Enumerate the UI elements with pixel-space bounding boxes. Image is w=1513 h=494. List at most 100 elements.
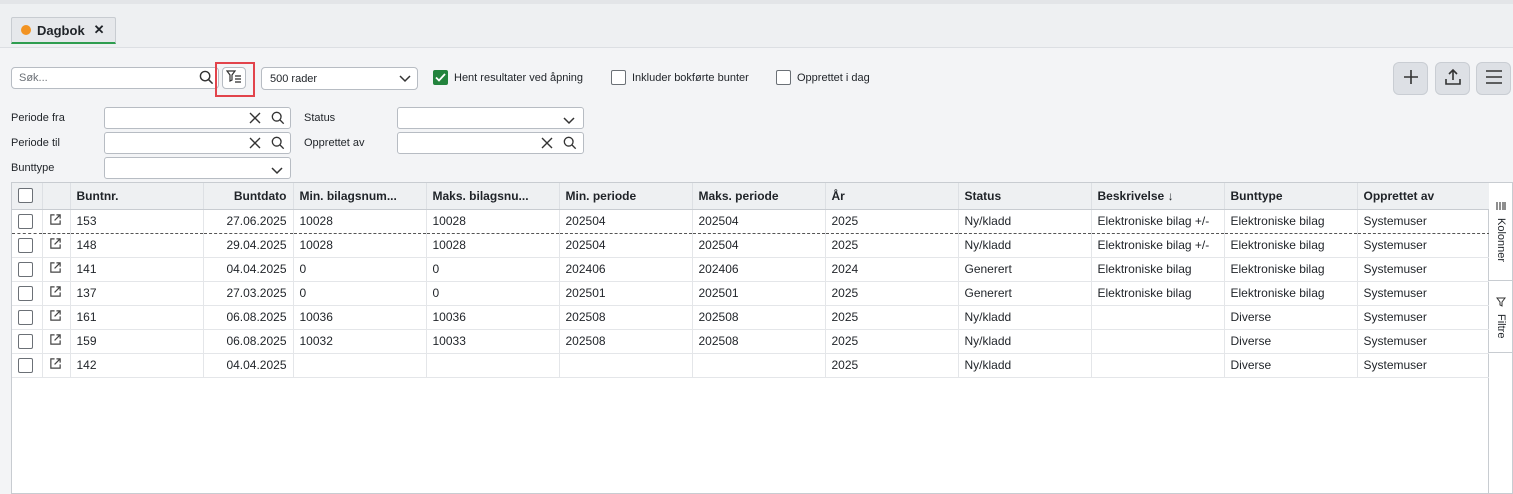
- include-posted-checkbox[interactable]: [611, 70, 626, 85]
- include-posted-option[interactable]: Inkluder bokførte bunter: [611, 70, 749, 85]
- row-open-cell[interactable]: [42, 233, 71, 258]
- table-cell: 148: [70, 233, 204, 258]
- row-select-cell[interactable]: [12, 353, 43, 378]
- table-cell: 10032: [293, 329, 427, 354]
- col-header[interactable]: Opprettet av: [1357, 183, 1491, 210]
- row-select-cell[interactable]: [12, 257, 43, 282]
- open-external-icon[interactable]: [49, 358, 62, 373]
- search-icon[interactable]: [271, 136, 285, 153]
- search-input[interactable]: [19, 72, 189, 84]
- created-today-option[interactable]: Opprettet i dag: [776, 70, 870, 85]
- menu-button[interactable]: [1476, 62, 1511, 95]
- select-all-checkbox[interactable]: [18, 188, 33, 204]
- open-external-icon[interactable]: [49, 310, 62, 325]
- batch-grid: Buntnr. Buntdato Min. bilagsnum... Maks.…: [11, 182, 1491, 494]
- status-label: Status: [304, 112, 336, 124]
- row-checkbox[interactable]: [18, 237, 33, 253]
- table-cell: Diverse: [1224, 305, 1358, 330]
- include-posted-label: Inkluder bokførte bunter: [632, 71, 749, 84]
- table-row[interactable]: 159 06.08.2025 10032 10033 202508 202508 2025 N…: [12, 329, 1491, 354]
- table-row[interactable]: 148 29.04.2025 10028 10028 202504 202504 2025 N…: [12, 233, 1491, 258]
- table-cell: 202501: [559, 281, 693, 306]
- row-select-cell[interactable]: [12, 329, 43, 354]
- table-cell: 202504: [559, 233, 693, 258]
- created-by-input[interactable]: [397, 132, 584, 154]
- table-cell: 141: [70, 257, 204, 282]
- table-cell: Diverse: [1224, 329, 1358, 354]
- table-row[interactable]: 153 27.06.2025 10028 10028 202504 202504 2025 N…: [12, 208, 1491, 234]
- table-row[interactable]: 161 06.08.2025 10036 10036 202508 202508 2025 N…: [12, 305, 1491, 330]
- fetch-on-open-option[interactable]: Hent resultater ved åpning: [433, 70, 583, 85]
- rows-select[interactable]: 500 rader: [261, 67, 418, 90]
- row-select-cell[interactable]: [12, 305, 43, 330]
- clear-icon[interactable]: [248, 111, 262, 128]
- export-button[interactable]: [1435, 62, 1470, 95]
- highlight-box: [215, 62, 255, 97]
- table-row[interactable]: 141 04.04.2025 0 0 202406 202406 2024 Generert E…: [12, 257, 1491, 282]
- table-cell: 10028: [426, 208, 560, 234]
- search-icon[interactable]: [563, 136, 577, 153]
- col-header[interactable]: Bunttype: [1224, 183, 1358, 210]
- close-icon[interactable]: ✕: [94, 22, 105, 38]
- open-external-icon[interactable]: [49, 238, 62, 253]
- row-open-cell[interactable]: [42, 329, 71, 354]
- batch-type-select[interactable]: [104, 157, 291, 179]
- table-cell: Systemuser: [1357, 353, 1491, 378]
- col-header[interactable]: Status: [958, 183, 1092, 210]
- search-icon[interactable]: [271, 111, 285, 128]
- table-cell: 202501: [692, 281, 826, 306]
- open-external-icon[interactable]: [49, 214, 62, 229]
- chevron-down-icon: [399, 74, 411, 86]
- tab-filters[interactable]: Filtre: [1489, 293, 1513, 353]
- row-select-cell[interactable]: [12, 233, 43, 258]
- status-select[interactable]: [397, 107, 584, 129]
- tab-dagbok[interactable]: Dagbok ✕: [11, 17, 116, 44]
- search-icon[interactable]: [199, 70, 214, 88]
- created-by-label: Opprettet av: [304, 137, 365, 149]
- table-cell: Systemuser: [1357, 208, 1491, 234]
- col-header-sorted[interactable]: Beskrivelse ↓: [1091, 183, 1225, 210]
- col-header[interactable]: År: [825, 183, 959, 210]
- table-cell: [1091, 305, 1225, 330]
- row-open-cell[interactable]: [42, 208, 71, 234]
- clear-icon[interactable]: [540, 136, 554, 153]
- row-checkbox[interactable]: [18, 333, 33, 349]
- open-external-icon[interactable]: [49, 334, 62, 349]
- table-cell: 10033: [426, 329, 560, 354]
- row-select-cell[interactable]: [12, 208, 43, 234]
- row-open-cell[interactable]: [42, 305, 71, 330]
- row-checkbox[interactable]: [18, 357, 33, 373]
- table-cell: 202504: [692, 233, 826, 258]
- col-header[interactable]: Buntnr.: [70, 183, 204, 210]
- columns-icon: [1496, 201, 1506, 214]
- open-external-icon[interactable]: [49, 286, 62, 301]
- row-checkbox[interactable]: [18, 261, 33, 277]
- fetch-on-open-checkbox[interactable]: [433, 70, 448, 85]
- add-button[interactable]: [1393, 62, 1428, 95]
- select-all-cell[interactable]: [12, 183, 43, 210]
- col-header[interactable]: Min. bilagsnum...: [293, 183, 427, 210]
- row-open-cell[interactable]: [42, 281, 71, 306]
- open-external-icon[interactable]: [49, 262, 62, 277]
- row-checkbox[interactable]: [18, 309, 33, 325]
- table-row[interactable]: 142 04.04.2025 2025 Ny/kladd Diverse Systemus…: [12, 353, 1491, 378]
- batch-type-label: Bunttype: [11, 162, 55, 174]
- row-checkbox[interactable]: [18, 285, 33, 301]
- row-open-cell[interactable]: [42, 353, 71, 378]
- period-from-input[interactable]: [104, 107, 291, 129]
- row-checkbox[interactable]: [18, 213, 33, 229]
- clear-icon[interactable]: [248, 136, 262, 153]
- table-cell: 2025: [825, 305, 959, 330]
- col-header[interactable]: Maks. bilagsnu...: [426, 183, 560, 210]
- col-header[interactable]: Buntdato: [203, 183, 294, 210]
- created-today-checkbox[interactable]: [776, 70, 791, 85]
- tab-columns[interactable]: Kolonner: [1489, 197, 1513, 281]
- created-today-label: Opprettet i dag: [797, 71, 870, 84]
- period-to-input[interactable]: [104, 132, 291, 154]
- row-select-cell[interactable]: [12, 281, 43, 306]
- table-row[interactable]: 137 27.03.2025 0 0 202501 202501 2025 Generert E…: [12, 281, 1491, 306]
- col-header[interactable]: Min. periode: [559, 183, 693, 210]
- table-cell: 2025: [825, 281, 959, 306]
- row-open-cell[interactable]: [42, 257, 71, 282]
- col-header[interactable]: Maks. periode: [692, 183, 826, 210]
